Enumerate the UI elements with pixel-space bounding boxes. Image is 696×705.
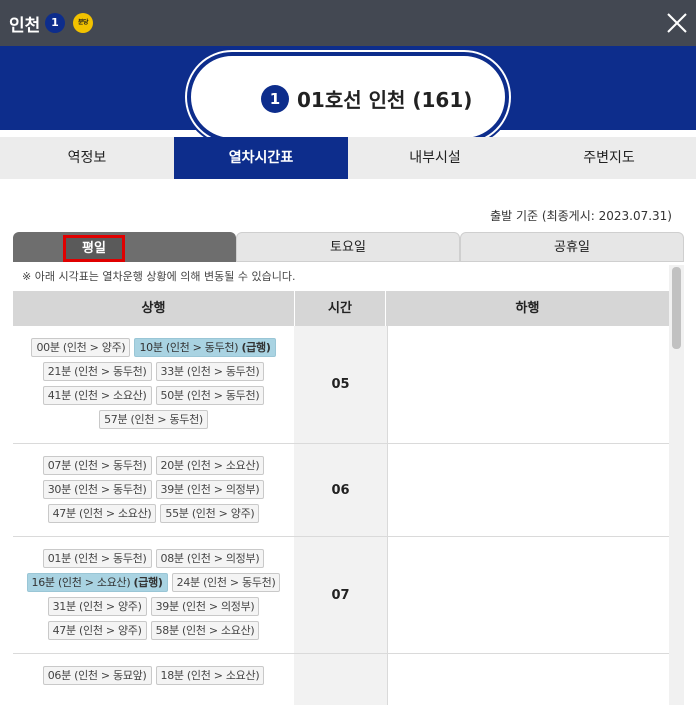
train-chip[interactable]: 31분 (인천 > 양주) [47, 597, 147, 616]
train-chip[interactable]: 41분 (인천 > 소요산) [42, 386, 152, 405]
train-chip-express[interactable]: 10분 (인천 > 동두천) (급행) [134, 338, 276, 357]
day-tab-weekday-label: 평일 [63, 235, 125, 262]
table-row: 07분 (인천 > 동두천) 20분 (인천 > 소요산) 30분 (인천 > … [13, 444, 669, 537]
train-chip[interactable]: 20분 (인천 > 소요산) [155, 456, 265, 475]
train-chip[interactable]: 00분 (인천 > 양주) [31, 338, 131, 357]
train-chip[interactable]: 08분 (인천 > 의정부) [155, 549, 265, 568]
train-chip[interactable]: 06분 (인천 > 동묘앞) [42, 666, 152, 685]
train-chip[interactable]: 50분 (인천 > 동두천) [155, 386, 265, 405]
scrollbar-thumb[interactable] [672, 267, 681, 349]
train-chip[interactable]: 47분 (인천 > 양주) [47, 621, 147, 640]
hour-cell: 07 [294, 537, 387, 653]
train-chip[interactable]: 30분 (인천 > 동두천) [42, 480, 152, 499]
train-chip[interactable]: 39분 (인천 > 의정부) [155, 480, 265, 499]
header-down: 하행 [515, 301, 540, 316]
line-badge: 1 [45, 13, 65, 33]
tab-station-info[interactable]: 역정보 [0, 137, 174, 179]
train-chip[interactable]: 18분 (인천 > 소요산) [155, 666, 265, 685]
main-tabs: 역정보 열차시간표 내부시설 주변지도 [0, 137, 696, 179]
express-label: (급행) [133, 576, 163, 589]
up-trains: 06분 (인천 > 동묘앞) 18분 (인천 > 소요산) [13, 654, 294, 705]
station-name: 01호선 인천 (161) [297, 88, 473, 112]
train-chip-text: 16분 (인천 > 소요산) [31, 576, 131, 589]
table-row: 06분 (인천 > 동묘앞) 18분 (인천 > 소요산) [13, 654, 669, 705]
train-chip[interactable]: 39분 (인천 > 의정부) [150, 597, 260, 616]
tab-timetable[interactable]: 열차시간표 [174, 137, 348, 179]
train-chip-express[interactable]: 16분 (인천 > 소요산) (급행) [26, 573, 168, 592]
station-hero: 1 01호선 인천 (161) [0, 46, 696, 142]
train-chip[interactable]: 21분 (인천 > 동두천) [42, 362, 152, 381]
up-trains: 00분 (인천 > 양주) 10분 (인천 > 동두천) (급행) 21분 (인… [13, 326, 294, 443]
hour-cell: 05 [294, 326, 387, 443]
train-chip-text: 10분 (인천 > 동두천) [139, 341, 239, 354]
train-chip[interactable]: 07분 (인천 > 동두천) [42, 456, 152, 475]
tab-facilities[interactable]: 내부시설 [348, 137, 522, 179]
header-up: 상행 [141, 301, 166, 316]
train-chip[interactable]: 47분 (인천 > 소요산) [47, 504, 157, 523]
line-number-badge: 1 [261, 85, 289, 113]
timetable-header: 상행 시간 하행 [13, 291, 669, 326]
line-type-badge: 분당 [73, 13, 93, 33]
day-tab-holiday[interactable]: 공휴일 [460, 232, 684, 262]
close-icon[interactable] [666, 12, 688, 34]
day-tabs: 평일 토요일 공휴일 [13, 232, 684, 262]
station-pill: 1 01호선 인천 (161) [187, 52, 509, 142]
up-trains: 01분 (인천 > 동두천) 08분 (인천 > 의정부) 16분 (인천 > … [13, 537, 294, 653]
train-chip[interactable]: 55분 (인천 > 양주) [160, 504, 260, 523]
train-chip[interactable]: 33분 (인천 > 동두천) [155, 362, 265, 381]
tab-nearby-map[interactable]: 주변지도 [522, 137, 696, 179]
down-trains [387, 326, 669, 443]
hour-cell [294, 654, 387, 705]
table-row: 00분 (인천 > 양주) 10분 (인천 > 동두천) (급행) 21분 (인… [13, 326, 669, 444]
timetable-basis: 출발 기준 (최종게시: 2023.07.31) [490, 209, 672, 223]
top-bar: 인천 1 분당 [0, 0, 696, 46]
down-trains [387, 654, 669, 705]
train-chip[interactable]: 57분 (인천 > 동두천) [99, 410, 208, 429]
down-trains [387, 537, 669, 653]
hour-cell: 06 [294, 444, 387, 536]
train-chip[interactable]: 58분 (인천 > 소요산) [150, 621, 260, 640]
day-tab-saturday[interactable]: 토요일 [236, 232, 460, 262]
table-row: 01분 (인천 > 동두천) 08분 (인천 > 의정부) 16분 (인천 > … [13, 537, 669, 654]
scrollbar[interactable] [669, 265, 684, 705]
down-trains [387, 444, 669, 536]
train-chip[interactable]: 01분 (인천 > 동두천) [42, 549, 152, 568]
station-title: 인천 [9, 16, 41, 36]
timetable-notice: ※ 아래 시각표는 열차운행 상황에 의해 변동될 수 있습니다. [22, 270, 296, 283]
express-label: (급행) [241, 341, 271, 354]
day-tab-weekday[interactable]: 평일 [13, 232, 236, 262]
up-trains: 07분 (인천 > 동두천) 20분 (인천 > 소요산) 30분 (인천 > … [13, 444, 294, 536]
train-chip[interactable]: 24분 (인천 > 동두천) [171, 573, 281, 592]
header-time: 시간 [294, 291, 386, 326]
